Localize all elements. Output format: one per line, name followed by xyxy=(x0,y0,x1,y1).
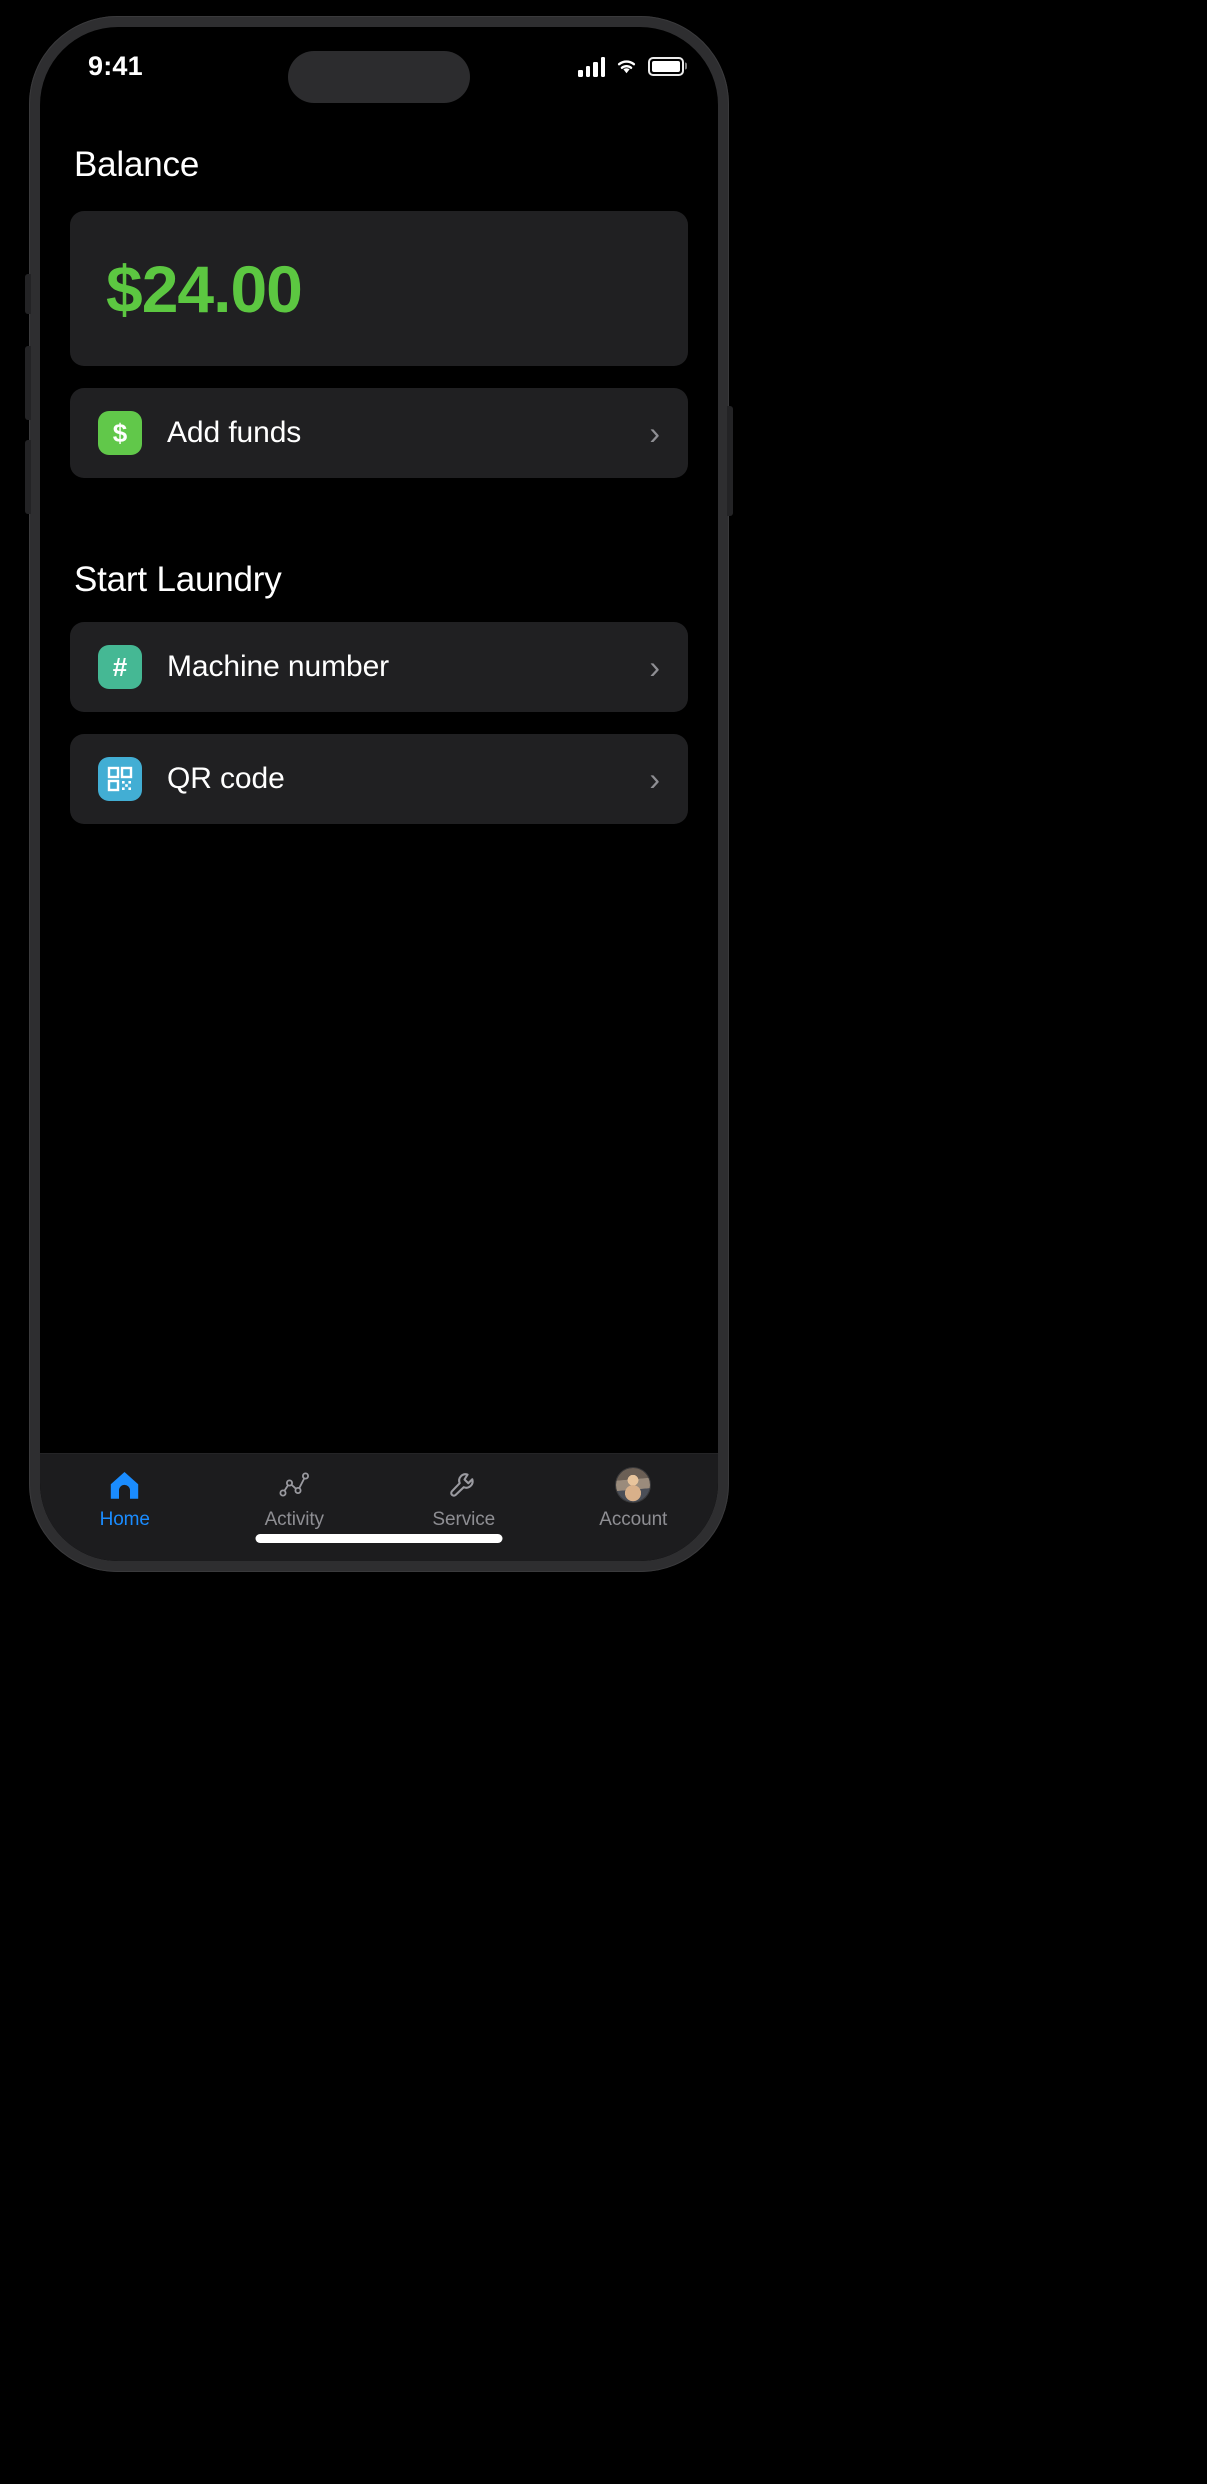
tab-account-label: Account xyxy=(599,1509,668,1530)
dynamic-island xyxy=(288,51,470,103)
power-button[interactable] xyxy=(727,406,733,516)
tab-service-label: Service xyxy=(432,1509,496,1530)
qr-code-row[interactable]: QR code › xyxy=(70,734,688,824)
phone-frame: 9:41 Balance $24.00 $ Add funds › Start … xyxy=(25,16,733,1572)
home-icon xyxy=(108,1468,141,1502)
phone-screen: 9:41 Balance $24.00 $ Add funds › Start … xyxy=(40,27,718,1561)
dollar-sign-glyph: $ xyxy=(112,418,128,448)
add-funds-row[interactable]: $ Add funds › xyxy=(70,388,688,478)
avatar xyxy=(616,1468,651,1502)
wifi-icon xyxy=(617,60,636,74)
activity-chart-icon xyxy=(278,1468,311,1502)
hash-icon: # xyxy=(98,645,142,689)
machine-number-label: Machine number xyxy=(167,650,390,683)
home-indicator[interactable] xyxy=(255,1534,503,1543)
balance-section-title: Balance xyxy=(74,145,200,184)
tab-bar: Home Activity Service Account xyxy=(40,1453,718,1561)
balance-amount: $24.00 xyxy=(106,251,303,326)
tab-activity-label: Activity xyxy=(264,1509,324,1530)
volume-down-button[interactable] xyxy=(25,440,31,514)
laundry-section-title: Start Laundry xyxy=(74,560,282,599)
qr-code-label: QR code xyxy=(167,762,285,795)
hash-glyph: # xyxy=(112,652,128,682)
tab-service[interactable]: Service xyxy=(379,1468,549,1531)
status-time: 9:41 xyxy=(88,50,143,81)
mute-switch[interactable] xyxy=(25,274,31,314)
add-funds-label: Add funds xyxy=(167,416,302,449)
avatar-photo xyxy=(616,1468,651,1502)
cellular-signal-icon xyxy=(578,56,605,77)
tab-home[interactable]: Home xyxy=(40,1468,210,1531)
chevron-right-icon: › xyxy=(649,761,660,797)
status-bar: 9:41 xyxy=(40,27,718,103)
tab-activity[interactable]: Activity xyxy=(210,1468,380,1531)
screenshot-stage: 9:41 Balance $24.00 $ Add funds › Start … xyxy=(0,0,1207,2484)
machine-number-row[interactable]: # Machine number › xyxy=(70,622,688,712)
volume-up-button[interactable] xyxy=(25,346,31,420)
wrench-icon xyxy=(447,1468,480,1502)
tab-home-label: Home xyxy=(99,1509,150,1530)
battery-icon xyxy=(648,56,684,76)
status-indicators xyxy=(578,56,684,77)
dollar-sign-icon: $ xyxy=(98,411,142,455)
chevron-right-icon: › xyxy=(649,649,660,685)
qr-code-icon xyxy=(98,757,142,801)
tab-account[interactable]: Account xyxy=(549,1468,719,1531)
chevron-right-icon: › xyxy=(649,415,660,451)
main-content: Balance $24.00 $ Add funds › Start Laund… xyxy=(40,99,718,1453)
balance-card: $24.00 xyxy=(70,211,688,366)
